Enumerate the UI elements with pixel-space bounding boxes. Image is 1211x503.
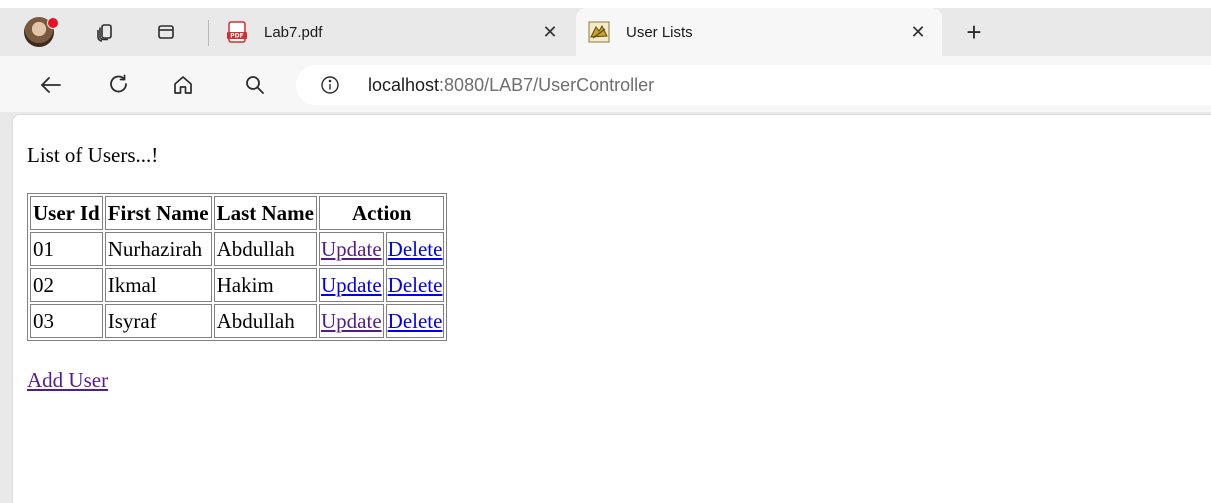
cell-user-id: 01 bbox=[30, 232, 103, 266]
table-row: 02 Ikmal Hakim Update Delete bbox=[30, 268, 445, 302]
cell-delete: Delete bbox=[385, 304, 445, 338]
tab-title: Lab7.pdf bbox=[264, 23, 323, 41]
page-viewport: List of Users...! User Id First Name Las… bbox=[12, 114, 1211, 503]
new-tab-button[interactable]: + bbox=[958, 16, 990, 48]
cell-last-name: Hakim bbox=[213, 268, 317, 302]
window-top-edge bbox=[0, 0, 1211, 8]
home-icon bbox=[174, 76, 192, 94]
pdf-icon: PDF bbox=[226, 21, 248, 43]
refresh-icon bbox=[110, 74, 127, 93]
update-link[interactable]: Update bbox=[321, 309, 382, 333]
cell-delete: Delete bbox=[385, 268, 445, 302]
table-header-row: User Id First Name Last Name Action bbox=[30, 196, 445, 230]
cell-user-id: 02 bbox=[30, 268, 103, 302]
cell-delete: Delete bbox=[385, 232, 445, 266]
users-table: User Id First Name Last Name Action 01 N… bbox=[27, 193, 448, 341]
tomcat-icon bbox=[588, 21, 610, 43]
site-info-icon[interactable] bbox=[320, 75, 340, 95]
cell-first-name: Nurhazirah bbox=[104, 232, 212, 266]
navigation-toolbar: localhost:8080/LAB7/UserController bbox=[0, 56, 1211, 112]
delete-link[interactable]: Delete bbox=[388, 309, 443, 333]
tab-separator bbox=[208, 20, 209, 46]
table-row: 03 Isyraf Abdullah Update Delete bbox=[30, 304, 445, 338]
cell-first-name: Ikmal bbox=[104, 268, 212, 302]
refresh-button[interactable] bbox=[106, 72, 132, 98]
cell-last-name: Abdullah bbox=[213, 304, 317, 338]
cell-update: Update bbox=[319, 268, 384, 302]
update-link[interactable]: Update bbox=[321, 237, 382, 261]
back-button[interactable] bbox=[38, 72, 64, 98]
url-text[interactable]: localhost:8080/LAB7/UserController bbox=[368, 75, 654, 96]
update-link[interactable]: Update bbox=[321, 273, 382, 297]
tab-user-lists[interactable]: User Lists ✕ bbox=[576, 8, 942, 56]
profile-notification-dot bbox=[47, 17, 59, 29]
tab-close-button[interactable]: ✕ bbox=[904, 22, 932, 43]
cell-first-name: Isyraf bbox=[104, 304, 212, 338]
tab-actions-icon[interactable] bbox=[156, 22, 176, 42]
search-button[interactable] bbox=[242, 72, 268, 98]
add-user-link[interactable]: Add User bbox=[27, 368, 108, 393]
address-bar[interactable]: localhost:8080/LAB7/UserController bbox=[296, 65, 1211, 105]
plus-icon: + bbox=[966, 16, 982, 47]
tab-close-button[interactable]: ✕ bbox=[536, 22, 564, 43]
tab-strip: PDF Lab7.pdf ✕ User Lists ✕ + bbox=[0, 0, 1211, 64]
table-row: 01 Nurhazirah Abdullah Update Delete bbox=[30, 232, 445, 266]
cell-user-id: 03 bbox=[30, 304, 103, 338]
workspaces-icon[interactable] bbox=[95, 22, 115, 42]
home-button[interactable] bbox=[170, 72, 196, 98]
profile-avatar[interactable] bbox=[24, 17, 59, 47]
header-first-name: First Name bbox=[104, 196, 212, 230]
back-arrow-icon bbox=[41, 77, 61, 93]
tab-lab7-pdf[interactable]: PDF Lab7.pdf ✕ bbox=[214, 8, 574, 56]
header-action: Action bbox=[319, 196, 445, 230]
cell-update: Update bbox=[319, 232, 384, 266]
search-icon bbox=[246, 76, 264, 94]
header-user-id: User Id bbox=[30, 196, 103, 230]
url-host: localhost bbox=[368, 75, 440, 95]
cell-update: Update bbox=[319, 304, 384, 338]
delete-link[interactable]: Delete bbox=[388, 273, 443, 297]
tab-title: User Lists bbox=[626, 23, 693, 41]
browser-window: PDF Lab7.pdf ✕ User Lists ✕ + localhost:… bbox=[0, 0, 1211, 503]
cell-last-name: Abdullah bbox=[213, 232, 317, 266]
url-path: :8080/LAB7/UserController bbox=[439, 75, 655, 95]
delete-link[interactable]: Delete bbox=[388, 237, 443, 261]
svg-text:PDF: PDF bbox=[230, 33, 243, 40]
page-heading: List of Users...! bbox=[27, 143, 159, 167]
header-last-name: Last Name bbox=[213, 196, 317, 230]
